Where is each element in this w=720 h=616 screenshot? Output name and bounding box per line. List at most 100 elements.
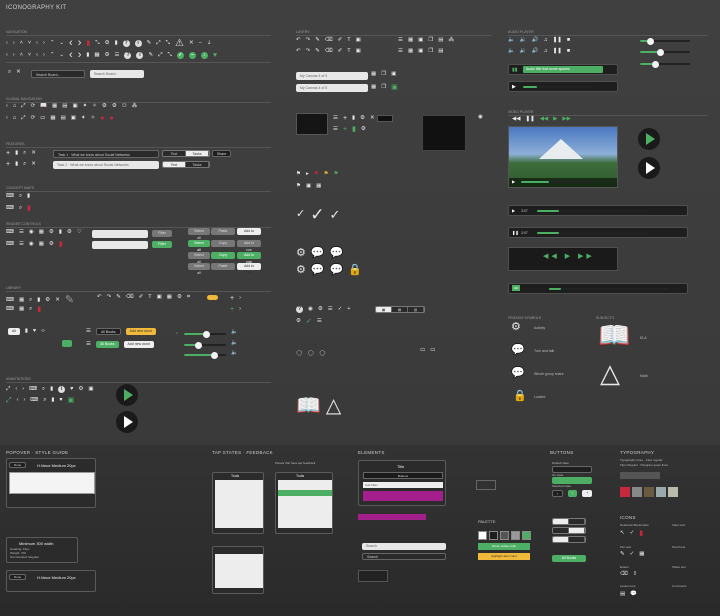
task-field-2[interactable]: Task 2 · What we know about Social Netwo… [53,161,159,169]
heart-icon[interactable]: ♡ [77,229,82,236]
bookmark-red-icon[interactable]: ▮ [27,205,31,212]
toggle-seg-1[interactable] [552,518,586,525]
gear-icon[interactable]: ⚙ [296,318,301,325]
audio-play-icon[interactable]: ▮▮ [512,67,518,73]
volume-icon-2[interactable]: 🔈 [231,340,238,347]
audio-progress[interactable] [523,86,593,88]
bookmark-icon[interactable]: ▮ [51,397,54,404]
bookmark-green-icon[interactable]: ▮ [352,126,356,133]
download-icon[interactable]: ⇣ [207,40,212,47]
undo-icon[interactable]: ↶ [296,37,301,44]
grid-icon[interactable]: ▦ [19,306,24,313]
link-icon[interactable]: ✎ [148,52,153,59]
bookmark-icon[interactable]: ▮ [25,328,28,335]
redo-icon[interactable]: ↷ [306,37,311,44]
video-progress[interactable] [521,181,591,183]
lightbulb-outline-icon[interactable]: ✧ [92,103,97,110]
chevron-right-icon[interactable]: › [23,397,25,404]
contract-icon[interactable]: ⤡ [168,52,172,59]
chat-icon[interactable]: ▣ [71,115,76,122]
all-books-green-btn[interactable]: All Books [552,555,586,562]
search-input-light[interactable]: Search Board... [90,70,144,78]
check-medium-icon[interactable]: ✓ [329,208,340,221]
library-slider-2[interactable] [184,341,226,349]
video-play-large-green[interactable] [638,128,660,150]
text-icon[interactable]: T [347,48,350,55]
list-icon[interactable]: ☰ [86,328,91,335]
chevron-left-icon[interactable]: ‹ [17,397,19,404]
all-books-dark[interactable]: All Books [95,328,121,335]
chevron-left-icon[interactable]: ‹ [6,52,8,59]
seg-1[interactable]: ▦ [376,307,392,312]
library-slider-1[interactable] [184,330,226,338]
toggle-seg-3[interactable] [552,536,586,543]
keyboard-icon[interactable]: ⌨ [6,241,14,248]
list-icon[interactable]: ☰ [19,241,24,248]
gear-icon[interactable]: ⚙ [45,297,50,304]
bookmark-red-icon[interactable]: ▮ [37,306,41,313]
keyboard-icon[interactable]: ⌨ [30,397,38,404]
bookmark-icon[interactable]: ▮ [59,229,62,236]
video-bar-3[interactable]: HD [508,283,688,294]
gear-icon[interactable]: ⚙ [105,52,110,59]
back-icon[interactable]: ‹ [6,103,8,110]
home-icon[interactable]: ⌂ [13,115,16,122]
image-icon[interactable]: ▣ [356,48,361,55]
bookmark-icon[interactable]: ▮ [15,150,18,157]
music-icon[interactable]: ♫ [544,37,548,44]
contract-icon[interactable]: ⤡ [166,40,170,47]
search-icon[interactable]: ⌕ [19,205,22,212]
heart-green-icon[interactable]: ♥ [213,52,217,59]
bookmark-icon[interactable]: ▮ [27,193,30,200]
grid-icon[interactable]: ▦ [371,71,376,78]
close-icon[interactable]: ✕ [55,297,60,304]
toggle-off[interactable] [569,519,585,524]
pin-outline-icon[interactable]: ✧ [91,115,96,122]
copy-icon[interactable]: ❐ [428,37,433,44]
flag-icon[interactable]: ⚑ [296,171,301,178]
add-new-word-light[interactable]: Add new word [123,341,154,348]
chevron-right-icon[interactable]: › [239,306,241,313]
list-icon[interactable]: ☰ [333,126,338,133]
video-play-large-white[interactable] [638,157,660,179]
gears-icon[interactable]: ⚙ [296,248,306,259]
list-icon[interactable]: ☰ [398,48,403,55]
check-green-icon[interactable]: ✓ [176,52,184,59]
arrow-right-icon[interactable]: › [43,40,45,47]
bookmark-icon[interactable]: ▮ [50,386,53,393]
reader-dropdown-1[interactable] [92,230,148,238]
video-progress-2[interactable] [537,232,647,234]
add-to-row-button-2[interactable]: Add to row [237,240,261,252]
eraser-icon[interactable]: ⌫ [126,294,134,301]
done-button[interactable]: Done [9,462,27,468]
tap-list-3[interactable] [215,554,263,588]
arrow-green-icon[interactable]: ↓ [200,52,208,59]
canvas-select-1[interactable]: My Canvas 4 of 5 [296,72,368,80]
undo-icon[interactable]: ↶ [97,294,102,301]
rewind-green-icon[interactable]: ◀◀ [540,116,548,123]
add-new-word-yellow[interactable]: Add new word [125,328,156,335]
search-icon[interactable]: ⌕ [42,386,45,393]
video-progress-1[interactable] [537,210,647,212]
pointer-icon[interactable]: ↖ [620,530,625,537]
volume-low-icon[interactable]: 🔉 [520,48,527,55]
audio-slider-1[interactable] [640,37,690,45]
tiles-icon[interactable]: ▤ [438,37,443,44]
lock-icon[interactable]: 🔒 [348,265,362,276]
text-icon[interactable]: T [347,37,350,44]
pin-icon[interactable]: ✦ [81,115,86,122]
filter-button-1[interactable]: Filter [152,230,172,237]
network-icon[interactable]: ⁂ [448,37,454,44]
video-hd-badge[interactable]: HD [512,285,521,291]
toggle-on[interactable] [569,528,585,533]
chat-icon[interactable]: ▣ [72,103,77,110]
select-all-button[interactable]: Select all [188,228,210,240]
speech-icon[interactable]: 💬 [311,248,325,259]
video-play-icon[interactable]: ▶ [512,179,515,184]
grid-icon[interactable]: ▦ [94,52,99,59]
gear-icon[interactable]: ⚙ [105,40,110,47]
bookmark-icon[interactable]: ▮ [115,40,118,47]
calendar-icon[interactable]: ▤ [62,103,67,110]
chevron-down-icon[interactable]: ˅ [28,40,31,47]
image-icon[interactable]: ▣ [391,71,396,78]
